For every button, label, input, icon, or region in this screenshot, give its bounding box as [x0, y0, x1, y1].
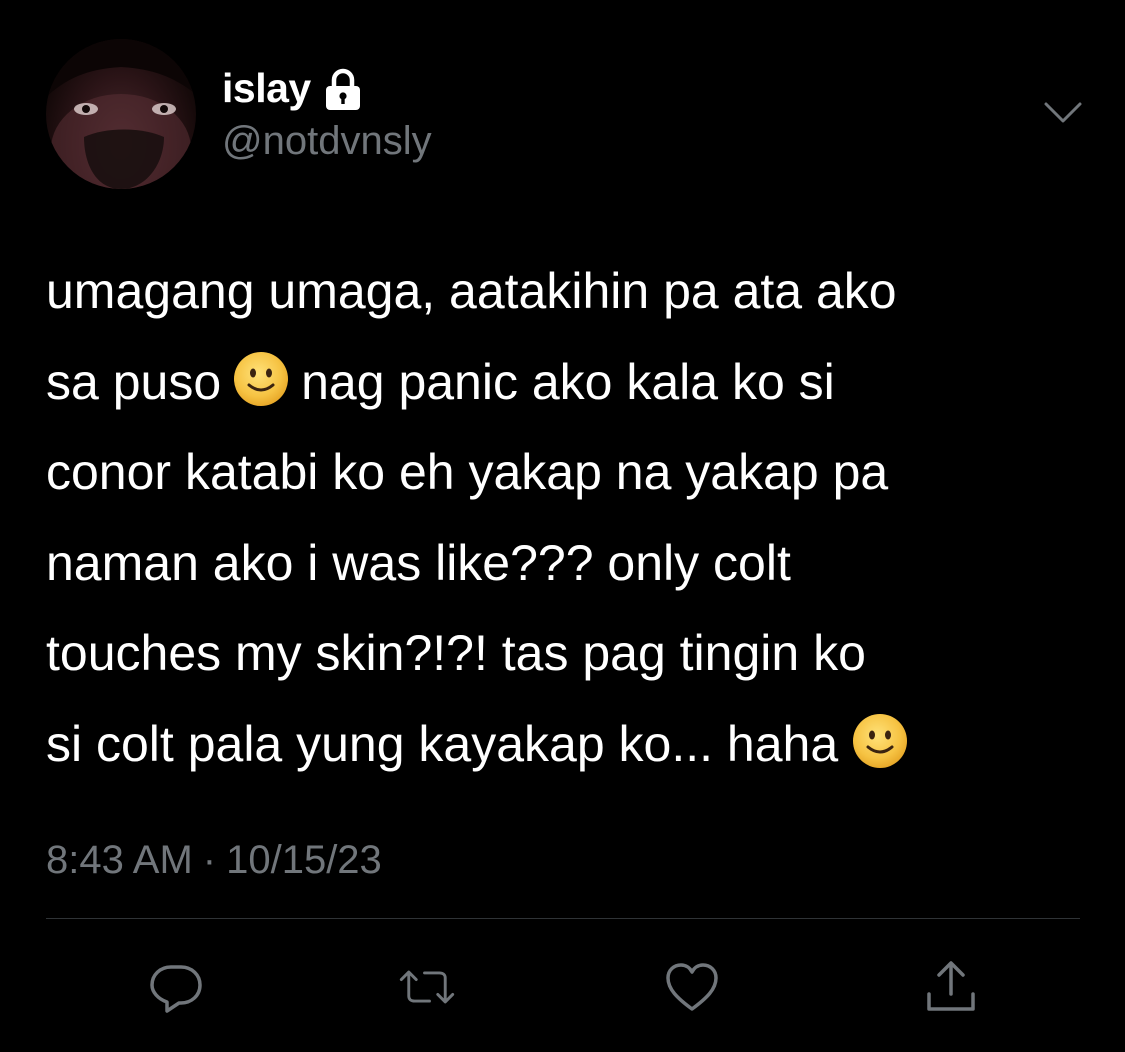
tweet-text-line: si colt pala yung kayakap ko... haha — [46, 699, 1096, 790]
tweet-card: islay @notdvnsly umagang umaga, aatakihi… — [0, 0, 1125, 1052]
like-button[interactable] — [663, 958, 721, 1016]
retweet-button[interactable] — [398, 958, 456, 1016]
display-name[interactable]: islay — [222, 62, 311, 114]
tweet-text-segment: naman ako i was like??? only colt — [46, 534, 791, 591]
slightly-smiling-face-icon — [234, 351, 289, 406]
tweet-text-segment: umagang umaga, aatakihin pa ata ako — [46, 263, 897, 319]
tweet-text-line: sa puso nag panic ako kala ko si — [46, 337, 1096, 428]
separator-dot: · — [202, 838, 217, 882]
slightly-smiling-face-icon — [853, 713, 908, 768]
tweet-time: 8:43 AM — [46, 838, 193, 882]
tweet-text-segment: touches my skin?!?! tas pag tingin ko — [46, 625, 866, 681]
tweet-text-line: touches my skin?!?! tas pag tingin ko — [46, 608, 1096, 699]
divider — [46, 918, 1080, 919]
share-icon — [927, 961, 975, 1011]
tweet-text-line: naman ako i was like??? only colt — [46, 518, 1096, 609]
tweet-text-segment: nag panic ako kala ko si — [301, 353, 835, 410]
tweet-text-line: conor katabi ko eh yakap na yakap pa — [46, 427, 1096, 518]
tweet-timestamp[interactable]: 8:43 AM · 10/15/23 — [46, 835, 382, 885]
tweet-text-segment: sa puso — [46, 353, 222, 410]
user-handle[interactable]: @notdvnsly — [222, 116, 432, 166]
share-button[interactable] — [922, 958, 980, 1016]
tweet-date: 10/15/23 — [226, 838, 382, 882]
tweet-text-line: umagang umaga, aatakihin pa ata ako — [46, 246, 1096, 337]
reply-icon — [150, 965, 202, 1013]
retweet-icon — [399, 970, 455, 1004]
author-name-row: islay — [222, 62, 363, 114]
heart-icon — [666, 963, 718, 1011]
avatar-image — [46, 39, 196, 189]
tweet-text-segment: conor katabi ko eh yakap na yakap pa — [46, 444, 889, 500]
tweet-text: umagang umaga, aatakihin pa ata ako sa p… — [46, 246, 1096, 789]
tweet-text-segment: si colt pala yung kayakap ko... haha — [46, 715, 839, 772]
avatar[interactable] — [46, 39, 196, 189]
reply-button[interactable] — [147, 958, 205, 1016]
chevron-down-icon[interactable] — [1040, 96, 1086, 130]
lock-icon — [325, 68, 360, 110]
